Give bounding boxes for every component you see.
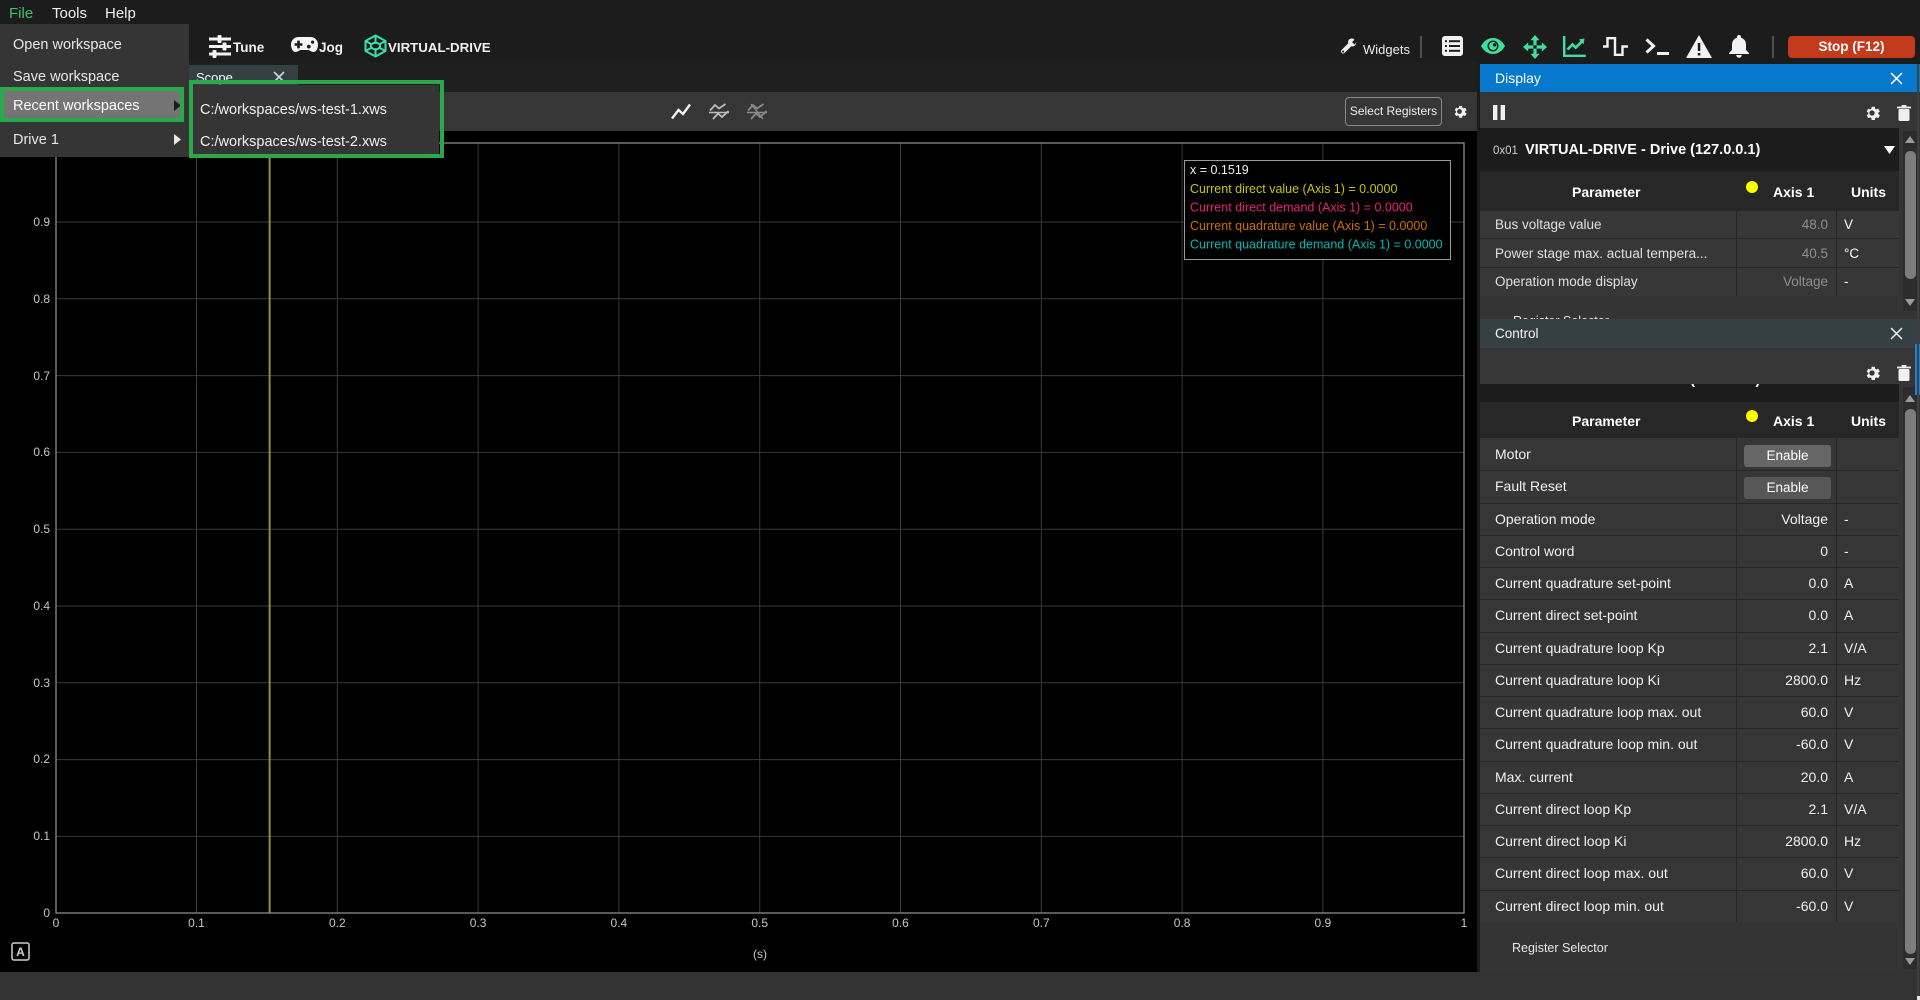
svg-text:Current direct value (Axis 1): Current direct value (Axis 1) = 0.0000 [1190, 182, 1397, 196]
svg-text:0.6: 0.6 [33, 445, 50, 459]
svg-text:Current direct demand (Axis 1): Current direct demand (Axis 1) = 0.0000 [1190, 201, 1413, 215]
svg-text:x = 0.1519: x = 0.1519 [1190, 163, 1249, 177]
svg-text:0.1: 0.1 [33, 829, 50, 843]
svg-text:(s): (s) [753, 947, 767, 961]
svg-text:0.3: 0.3 [33, 676, 50, 690]
svg-text:0.1: 0.1 [188, 916, 205, 930]
svg-text:0.9: 0.9 [1315, 916, 1332, 930]
svg-text:0.6: 0.6 [892, 916, 909, 930]
svg-text:1: 1 [1461, 916, 1468, 930]
svg-text:Current quadrature demand (Axi: Current quadrature demand (Axis 1) = 0.0… [1190, 238, 1443, 252]
svg-text:0.7: 0.7 [33, 369, 50, 383]
svg-text:0.2: 0.2 [33, 752, 50, 766]
svg-text:0.5: 0.5 [751, 916, 768, 930]
svg-text:0.7: 0.7 [1033, 916, 1050, 930]
svg-text:0.2: 0.2 [329, 916, 346, 930]
svg-text:0: 0 [43, 906, 50, 920]
svg-text:0.3: 0.3 [470, 916, 487, 930]
svg-text:0.4: 0.4 [611, 916, 628, 930]
svg-text:0.8: 0.8 [33, 292, 50, 306]
svg-text:Current quadrature value (Axis: Current quadrature value (Axis 1) = 0.00… [1190, 219, 1427, 233]
svg-text:0.9: 0.9 [33, 215, 50, 229]
svg-text:0: 0 [53, 916, 60, 930]
svg-text:A: A [16, 945, 25, 959]
svg-text:0.4: 0.4 [33, 599, 50, 613]
svg-text:0.8: 0.8 [1174, 916, 1191, 930]
svg-text:0.5: 0.5 [33, 522, 50, 536]
